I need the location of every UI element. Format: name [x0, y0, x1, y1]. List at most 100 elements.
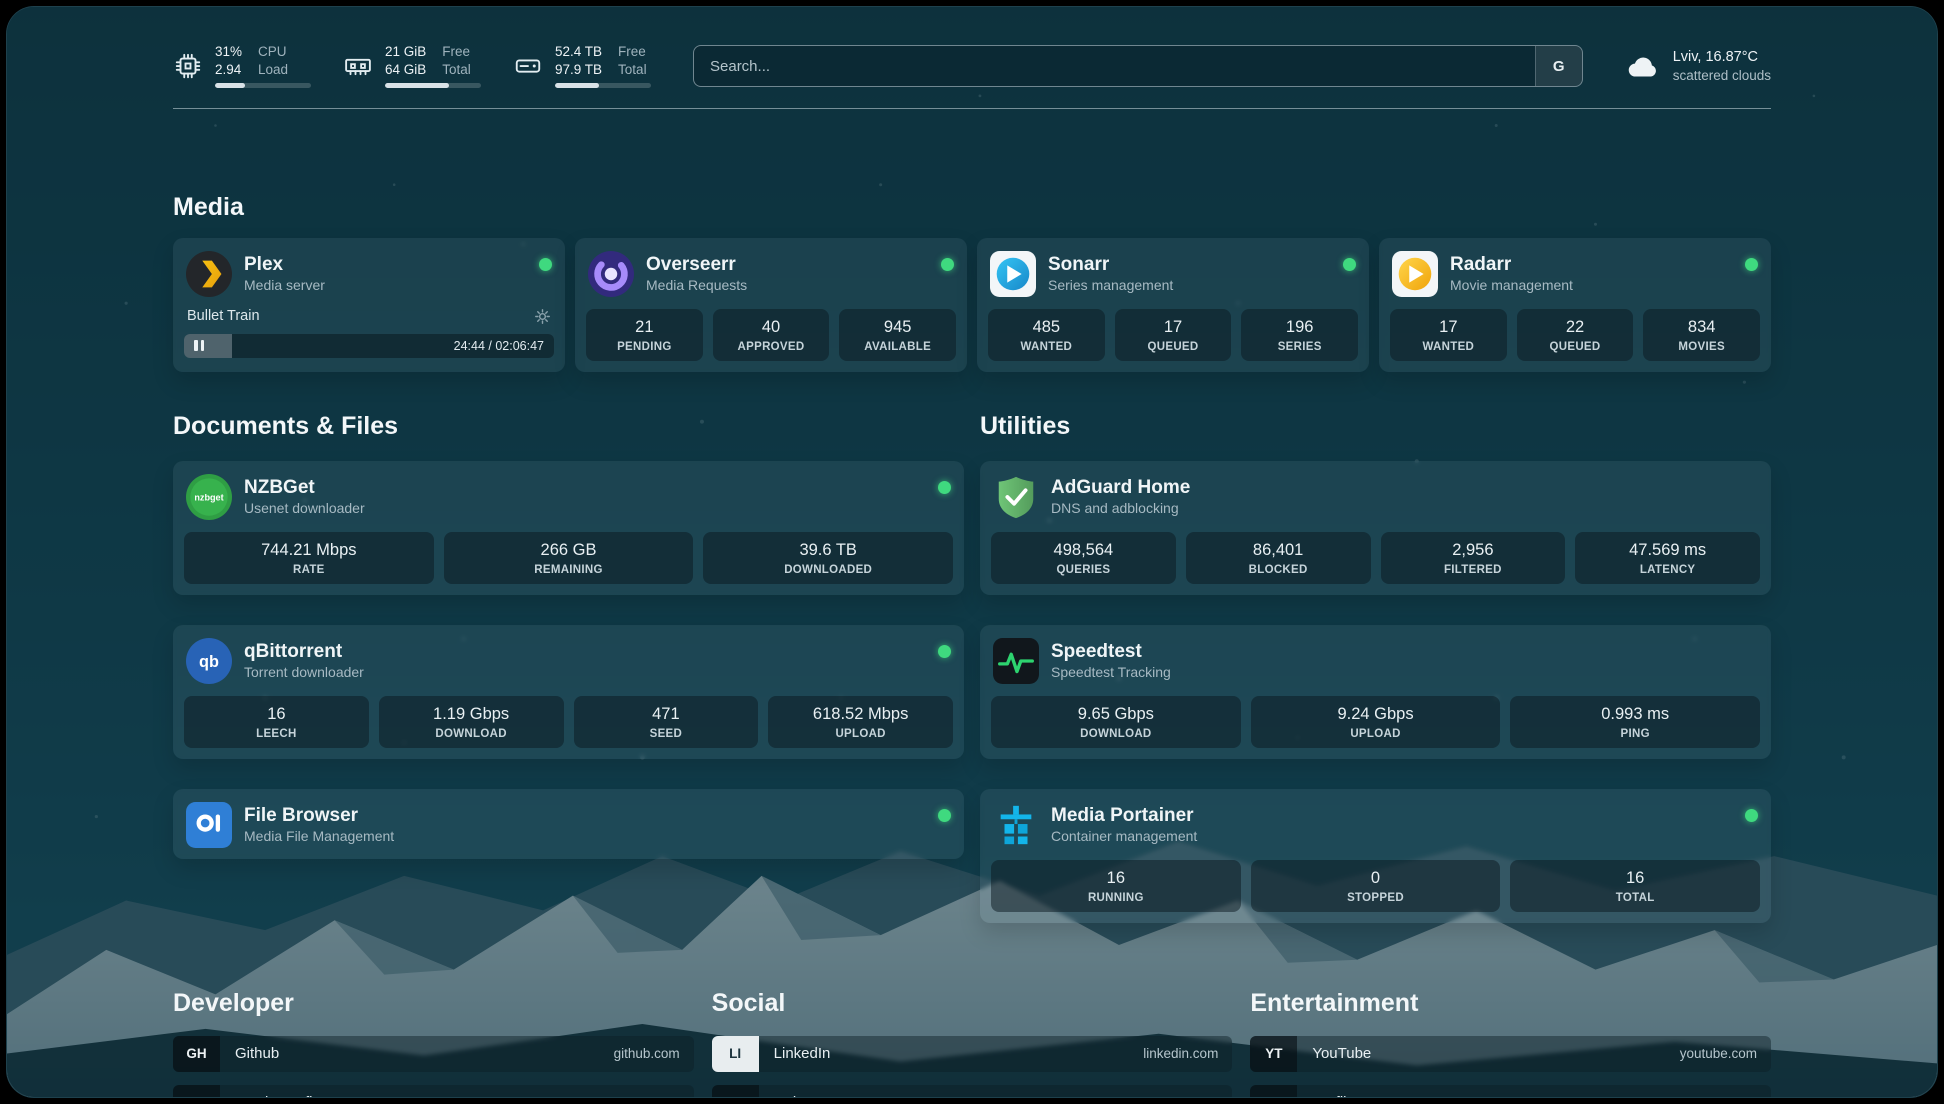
- stat-remaining: 266 GBREMAINING: [444, 532, 694, 584]
- speedtest-description: Speedtest Tracking: [1051, 665, 1171, 679]
- sonarr-icon: [990, 251, 1036, 297]
- stat-download: 9.65 GbpsDOWNLOAD: [991, 696, 1241, 748]
- adguard-name: AdGuard Home: [1051, 478, 1190, 497]
- header-divider: [173, 108, 1771, 109]
- disk-total-value: 97.9 TB: [555, 63, 602, 78]
- playback-time: 24:44 / 02:06:47: [454, 339, 544, 353]
- search-provider-button[interactable]: G: [1535, 46, 1582, 86]
- bookmark-stackoverflow[interactable]: SO StackOverflow stackoverflow.com: [173, 1085, 694, 1098]
- stat-queued: 22QUEUED: [1517, 309, 1634, 361]
- bookmark-linkedin[interactable]: LI LinkedIn linkedin.com: [712, 1036, 1233, 1072]
- search-bar: G: [693, 45, 1583, 87]
- svg-text:nzbget: nzbget: [194, 492, 223, 502]
- qbittorrent-stats: 16LEECH 1.19 GbpsDOWNLOAD 471SEED 618.52…: [184, 696, 953, 748]
- resource-widgets: 31% 2.94 CPU Load: [173, 45, 651, 88]
- service-card-portainer[interactable]: Media Portainer Container management 16R…: [980, 789, 1771, 923]
- stat-wanted: 485WANTED: [988, 309, 1105, 361]
- dashboard-screen: 31% 2.94 CPU Load: [6, 6, 1938, 1098]
- playback-progress-fill: [184, 334, 232, 358]
- weather-location-temp: Lviv, 16.87°C: [1673, 49, 1771, 65]
- nzbget-icon: nzbget: [186, 474, 232, 520]
- filebrowser-name: File Browser: [244, 806, 394, 825]
- stat-blocked: 86,401BLOCKED: [1186, 532, 1371, 584]
- section-documents-files: Documents & Files nzbget NZBGet: [173, 412, 964, 923]
- portainer-status-dot: [1745, 809, 1758, 822]
- portainer-description: Container management: [1051, 829, 1197, 843]
- memory-total-value: 64 GiB: [385, 63, 426, 78]
- bookmark-github[interactable]: GH Github github.com: [173, 1036, 694, 1072]
- stat-upload: 618.52 MbpsUPLOAD: [768, 696, 953, 748]
- adguard-card-head: AdGuard Home DNS and adblocking: [991, 472, 1760, 520]
- youtube-abbr-badge: YT: [1250, 1036, 1297, 1072]
- bookmark-group-developer: Developer GH Github github.com SO StackO…: [173, 989, 694, 1098]
- section-utilities: Utilities AdGuard Home: [980, 412, 1771, 923]
- overseerr-status-dot: [941, 258, 954, 271]
- radarr-description: Movie management: [1450, 278, 1573, 292]
- nzbget-status-dot: [938, 481, 951, 494]
- stat-downloaded: 39.6 TBDOWNLOADED: [703, 532, 953, 584]
- disk-label-total: Total: [618, 63, 647, 78]
- bookmark-netflix[interactable]: NF Netflix netflix.com: [1250, 1085, 1771, 1098]
- disk-icon: [513, 51, 543, 81]
- service-card-overseerr[interactable]: Overseerr Media Requests 21PENDING 40APP…: [575, 238, 967, 372]
- memory-usage-bar: [385, 83, 481, 88]
- adguard-stats: 498,564QUERIES 86,401BLOCKED 2,956FILTER…: [991, 532, 1760, 584]
- playback-progress-bar[interactable]: 24:44 / 02:06:47: [184, 334, 554, 358]
- radarr-status-dot: [1745, 258, 1758, 271]
- stat-series: 196SERIES: [1241, 309, 1358, 361]
- bookmark-group-social: Social LI LinkedIn linkedin.com TW Twitt…: [712, 989, 1233, 1098]
- bookmark-twitter[interactable]: TW Twitter twitter.com: [712, 1085, 1233, 1098]
- nzbget-name: NZBGet: [244, 478, 365, 497]
- portainer-stats: 16RUNNING 0STOPPED 16TOTAL: [991, 860, 1760, 912]
- bookmark-youtube[interactable]: YT YouTube youtube.com: [1250, 1036, 1771, 1072]
- stat-latency: 47.569 msLATENCY: [1575, 532, 1760, 584]
- memory-label-free: Free: [442, 45, 471, 60]
- radarr-icon: [1392, 251, 1438, 297]
- cpu-usage-bar-fill: [215, 83, 245, 88]
- qbittorrent-name: qBittorrent: [244, 642, 364, 661]
- sonarr-name: Sonarr: [1048, 255, 1173, 274]
- memory-widget: 21 GiB 64 GiB Free Total: [343, 45, 481, 88]
- plex-card-head: Plex Media server: [184, 249, 554, 297]
- cpu-chip-icon: [173, 51, 203, 81]
- service-card-nzbget[interactable]: nzbget NZBGet Usenet downloader 744.21 M…: [173, 461, 964, 595]
- service-card-qbittorrent[interactable]: qb qBittorrent Torrent downloader 16LEEC…: [173, 625, 964, 759]
- portainer-card-head: Media Portainer Container management: [991, 800, 1760, 848]
- pause-icon[interactable]: [194, 340, 204, 351]
- service-card-sonarr[interactable]: Sonarr Series management 485WANTED 17QUE…: [977, 238, 1369, 372]
- gear-icon[interactable]: [534, 308, 551, 325]
- overseerr-stats: 21PENDING 40APPROVED 945AVAILABLE: [586, 309, 956, 361]
- search-input[interactable]: [694, 46, 1535, 86]
- cpu-readout: 31% 2.94 CPU Load: [215, 45, 311, 88]
- overseerr-card-head: Overseerr Media Requests: [586, 249, 956, 297]
- nzbget-stats: 744.21 MbpsRATE 266 GBREMAINING 39.6 TBD…: [184, 532, 953, 584]
- filebrowser-card-head: File Browser Media File Management: [184, 800, 953, 848]
- stat-queries: 498,564QUERIES: [991, 532, 1176, 584]
- adguard-description: DNS and adblocking: [1051, 501, 1190, 515]
- portainer-name: Media Portainer: [1051, 806, 1197, 825]
- service-card-adguard[interactable]: AdGuard Home DNS and adblocking 498,564Q…: [980, 461, 1771, 595]
- overseerr-icon: [588, 251, 634, 297]
- speedtest-card-head: Speedtest Speedtest Tracking: [991, 636, 1760, 684]
- twitter-abbr-badge: TW: [712, 1085, 759, 1098]
- service-card-filebrowser[interactable]: File Browser Media File Management: [173, 789, 964, 859]
- memory-label-total: Total: [442, 63, 471, 78]
- radarr-stats: 17WANTED 22QUEUED 834MOVIES: [1390, 309, 1760, 361]
- service-card-speedtest[interactable]: Speedtest Speedtest Tracking 9.65 GbpsDO…: [980, 625, 1771, 759]
- service-card-plex[interactable]: Plex Media server Bullet Train: [173, 238, 565, 372]
- speedtest-stats: 9.65 GbpsDOWNLOAD 9.24 GbpsUPLOAD 0.993 …: [991, 696, 1760, 748]
- plex-now-playing: Bullet Train: [184, 308, 554, 358]
- cpu-label-top: CPU: [258, 45, 288, 60]
- service-card-radarr[interactable]: Radarr Movie management 17WANTED 22QUEUE…: [1379, 238, 1771, 372]
- stat-download: 1.19 GbpsDOWNLOAD: [379, 696, 564, 748]
- memory-usage-bar-fill: [385, 83, 449, 88]
- weather-widget: Lviv, 16.87°C scattered clouds: [1625, 49, 1771, 83]
- stat-available: 945AVAILABLE: [839, 309, 956, 361]
- header: 31% 2.94 CPU Load: [173, 7, 1771, 88]
- stackoverflow-abbr-badge: SO: [173, 1085, 220, 1098]
- speedtest-name: Speedtest: [1051, 642, 1171, 661]
- utilities-section-title: Utilities: [980, 412, 1771, 441]
- netflix-abbr-badge: NF: [1250, 1085, 1297, 1098]
- disk-usage-bar-fill: [555, 83, 599, 88]
- qbittorrent-description: Torrent downloader: [244, 665, 364, 679]
